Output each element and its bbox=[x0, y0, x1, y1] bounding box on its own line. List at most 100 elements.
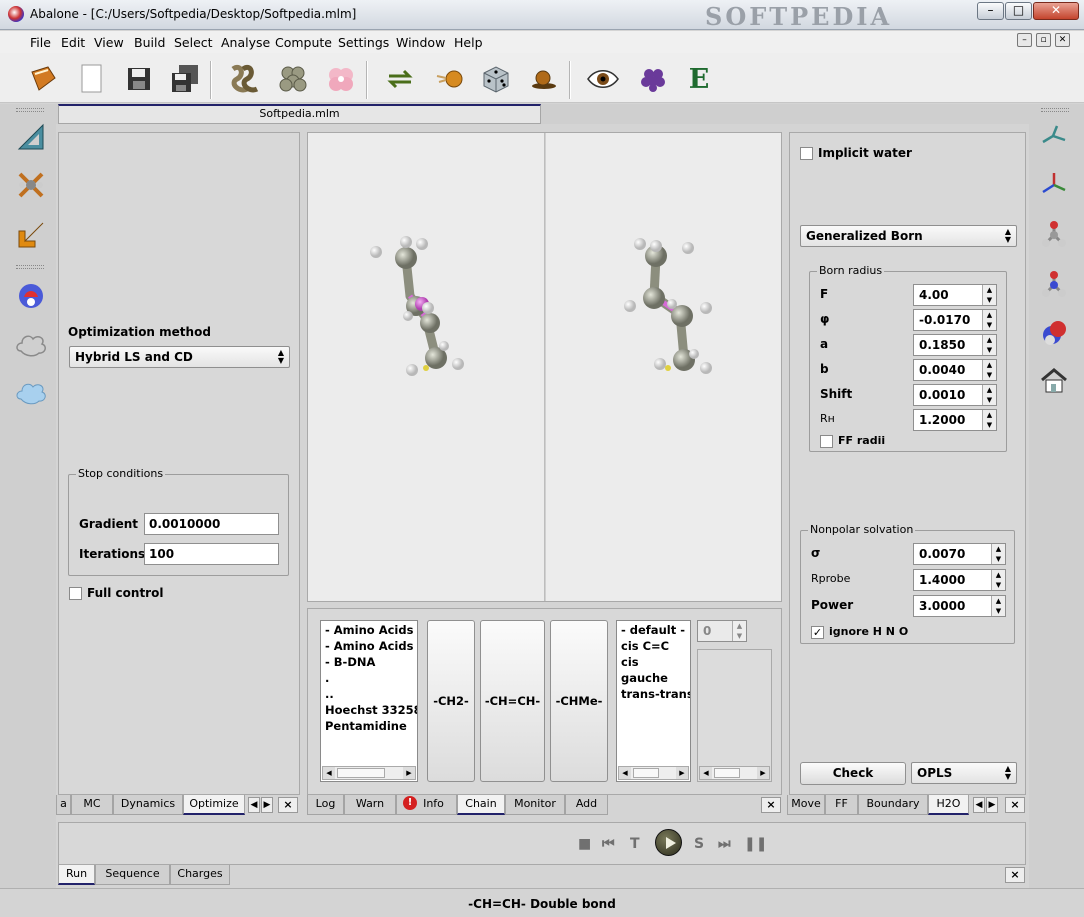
horizontal-scrollbar[interactable]: ◀ ▶ bbox=[322, 766, 416, 780]
step-t-icon[interactable]: T bbox=[630, 836, 640, 852]
skip-back-icon[interactable]: ⏮ bbox=[602, 836, 615, 852]
tab-info[interactable]: ! Info bbox=[396, 795, 457, 815]
tab-optimize[interactable]: Optimize bbox=[183, 795, 245, 815]
triangle-ruler-icon[interactable] bbox=[14, 120, 48, 154]
horizontal-scrollbar[interactable]: ◀ ▶ bbox=[699, 766, 770, 780]
molecule-viewer[interactable] bbox=[307, 132, 782, 602]
implicit-water-checkbox[interactable] bbox=[800, 147, 813, 160]
save-as-icon[interactable] bbox=[168, 62, 202, 96]
dice-icon[interactable] bbox=[479, 62, 513, 96]
list-item[interactable]: .. bbox=[325, 687, 334, 701]
cloud-outline-icon[interactable] bbox=[14, 328, 48, 362]
helix-icon[interactable] bbox=[228, 62, 262, 96]
tab-sequence[interactable]: Sequence bbox=[95, 865, 170, 885]
spinner-arrows-icon[interactable]: ▲ ▼ bbox=[982, 410, 996, 430]
power-spinner[interactable]: 3.0000 ▲ ▼ bbox=[913, 595, 1006, 617]
born-phi-spinner[interactable]: -0.0170 ▲ ▼ bbox=[913, 309, 997, 331]
close-panel-icon[interactable]: × bbox=[1005, 867, 1025, 883]
surface-red-blue-icon[interactable] bbox=[14, 279, 48, 313]
menu-compute[interactable]: Compute bbox=[275, 35, 332, 50]
tab-chain[interactable]: Chain bbox=[457, 795, 505, 815]
home-icon[interactable] bbox=[1037, 364, 1071, 398]
list-item[interactable]: - B-DNA bbox=[325, 655, 375, 669]
chain-empty-list[interactable]: ◀ ▶ bbox=[697, 649, 772, 782]
list-item[interactable]: gauche bbox=[621, 671, 668, 685]
ch2-fragment-button[interactable]: -CH2- bbox=[427, 620, 475, 782]
full-control-checkbox[interactable] bbox=[69, 587, 82, 600]
spinner-arrows-icon[interactable]: ▲ ▼ bbox=[991, 596, 1005, 616]
spinner-arrows-icon[interactable]: ▲ ▼ bbox=[991, 544, 1005, 564]
rprobe-spinner[interactable]: 1.4000 ▲ ▼ bbox=[913, 569, 1006, 591]
tab-monitor[interactable]: Monitor bbox=[505, 795, 565, 815]
mdi-close-icon[interactable]: ✕ bbox=[1055, 33, 1070, 47]
energy-e-icon[interactable]: E bbox=[682, 62, 716, 96]
tab-mc[interactable]: MC bbox=[71, 795, 113, 815]
menu-build[interactable]: Build bbox=[134, 35, 165, 50]
tab-boundary[interactable]: Boundary bbox=[858, 795, 928, 815]
close-panel-icon[interactable]: × bbox=[761, 797, 781, 813]
ch-ch-fragment-button[interactable]: -CH=CH- bbox=[480, 620, 545, 782]
spinner-arrows-icon[interactable]: ▲ ▼ bbox=[991, 570, 1005, 590]
tab-run[interactable]: Run bbox=[58, 865, 95, 885]
solvation-model-select[interactable]: Generalized Born ▲ ▼ bbox=[800, 225, 1017, 247]
ball-stick-icon[interactable] bbox=[1037, 218, 1071, 252]
bond-stick-icon[interactable] bbox=[1037, 120, 1071, 154]
minimize-button[interactable]: – bbox=[977, 2, 1004, 20]
spinner-arrows-icon[interactable]: ▲ ▼ bbox=[982, 360, 996, 380]
born-a-spinner[interactable]: 0.1850 ▲ ▼ bbox=[913, 334, 997, 356]
play-button[interactable] bbox=[655, 829, 682, 856]
menu-edit[interactable]: Edit bbox=[61, 35, 85, 50]
spinner-arrows-icon[interactable]: ▲ ▼ bbox=[982, 285, 996, 305]
optimization-method-select[interactable]: Hybrid LS and CD ▲ ▼ bbox=[69, 346, 290, 368]
tab-warn[interactable]: Warn bbox=[344, 795, 396, 815]
fragment-library-list[interactable]: - Amino Acids - Amino Acids wi - B-DNA .… bbox=[320, 620, 418, 782]
open-book-icon[interactable] bbox=[26, 62, 60, 96]
menu-select[interactable]: Select bbox=[174, 35, 213, 50]
tab-scroll-right-icon[interactable]: ▶ bbox=[261, 797, 273, 813]
born-shift-spinner[interactable]: 0.0010 ▲ ▼ bbox=[913, 384, 997, 406]
eye-icon[interactable] bbox=[586, 62, 620, 96]
snail-icon[interactable] bbox=[526, 62, 560, 96]
tab-a[interactable]: a bbox=[56, 795, 71, 815]
tab-scroll-right-icon[interactable]: ▶ bbox=[986, 797, 998, 813]
check-button[interactable]: Check bbox=[800, 762, 906, 785]
ignore-hno-checkbox[interactable]: ✓ bbox=[811, 626, 824, 639]
tab-charges[interactable]: Charges bbox=[170, 865, 230, 885]
list-item[interactable]: - Amino Acids bbox=[325, 623, 413, 637]
list-item[interactable]: Hoechst 33258 bbox=[325, 703, 417, 717]
spinner-arrows-icon[interactable]: ▲ ▼ bbox=[982, 335, 996, 355]
gradient-input[interactable]: 0.0010000 bbox=[144, 513, 279, 535]
tab-log[interactable]: Log bbox=[307, 795, 344, 815]
pause-icon[interactable]: ❚❚ bbox=[744, 836, 767, 852]
mdi-minimize-icon[interactable]: – bbox=[1017, 33, 1032, 47]
molecule-cross-icon[interactable] bbox=[14, 168, 48, 202]
list-item[interactable]: . bbox=[325, 671, 329, 685]
step-s-icon[interactable]: S bbox=[694, 836, 704, 852]
born-f-spinner[interactable]: 4.00 ▲ ▼ bbox=[913, 284, 997, 306]
cloud-blue-icon[interactable] bbox=[14, 376, 48, 410]
forcefield-select[interactable]: OPLS ▲ ▼ bbox=[911, 762, 1017, 784]
list-item[interactable]: - Amino Acids wi bbox=[325, 639, 417, 653]
new-file-icon[interactable] bbox=[74, 62, 108, 96]
spinner-arrows-icon[interactable]: ▲ ▼ bbox=[982, 385, 996, 405]
spinner-arrows-icon[interactable]: ▲ ▼ bbox=[982, 310, 996, 330]
menu-analyse[interactable]: Analyse bbox=[221, 35, 270, 50]
list-item[interactable]: Pentamidine bbox=[325, 719, 407, 733]
menu-settings[interactable]: Settings bbox=[338, 35, 389, 50]
menu-view[interactable]: View bbox=[94, 35, 124, 50]
list-item[interactable]: - default - bbox=[621, 623, 685, 637]
list-item[interactable]: trans-trans-g bbox=[621, 687, 690, 701]
stop-icon[interactable]: ■ bbox=[578, 836, 591, 852]
sigma-spinner[interactable]: 0.0070 ▲ ▼ bbox=[913, 543, 1006, 565]
iterations-input[interactable]: 100 bbox=[144, 543, 279, 565]
close-panel-icon[interactable]: × bbox=[278, 797, 298, 813]
bond-colored-icon[interactable] bbox=[1037, 168, 1071, 202]
spacefill-icon[interactable] bbox=[1037, 316, 1071, 350]
comet-icon[interactable] bbox=[433, 62, 467, 96]
menu-window[interactable]: Window bbox=[396, 35, 445, 50]
menu-help[interactable]: Help bbox=[454, 35, 483, 50]
save-icon[interactable] bbox=[122, 62, 156, 96]
viewer-splitter[interactable] bbox=[544, 133, 546, 601]
tab-ff[interactable]: FF bbox=[825, 795, 858, 815]
menu-file[interactable]: File bbox=[30, 35, 51, 50]
